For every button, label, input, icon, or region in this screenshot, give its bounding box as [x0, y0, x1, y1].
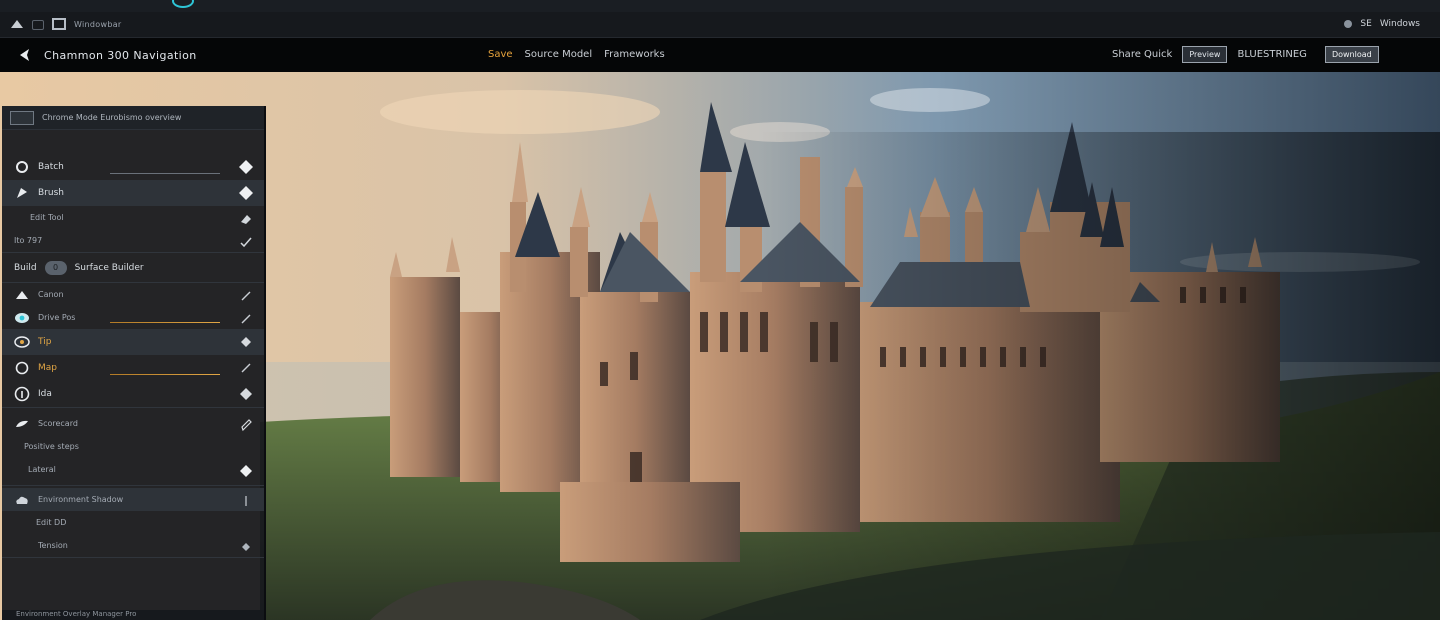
list-item[interactable]: Scorecard — [2, 412, 264, 435]
main-navbar: Chammon 300 Navigation Save Source Model… — [0, 38, 1440, 72]
tools-group: Batch Brush Edit Tool Ito 797 — [2, 154, 264, 253]
item-label: Drive Pos — [38, 313, 76, 322]
pen-icon[interactable] — [238, 417, 254, 433]
slash-icon[interactable] — [238, 288, 254, 304]
item-label: Tip — [38, 337, 52, 347]
item-label: Positive steps — [24, 442, 79, 451]
diamond-icon[interactable] — [238, 386, 254, 402]
toolbar-right: SE Windows — [1344, 19, 1420, 29]
item-label: Scorecard — [38, 419, 78, 428]
leaf-icon — [14, 416, 30, 432]
panel-spacer — [2, 130, 264, 154]
check-icon[interactable] — [238, 234, 254, 250]
tool-label: Batch — [38, 162, 64, 172]
toolbar-status: SE — [1360, 19, 1372, 29]
system-strip — [0, 0, 1440, 12]
square-icon[interactable] — [52, 18, 66, 30]
mountain-icon — [14, 287, 30, 303]
list-item[interactable]: Lateral — [2, 458, 264, 481]
list-item[interactable]: Batch — [2, 154, 264, 180]
section-label-a: Build — [14, 262, 37, 273]
item-label: Ida — [38, 389, 52, 399]
blue-string-label[interactable]: BLUESTRINEG — [1237, 49, 1306, 60]
pin-icon[interactable] — [238, 493, 254, 509]
cloud-icon — [14, 492, 30, 508]
toolbar-right-label[interactable]: Windows — [1380, 19, 1420, 29]
section-title: Build 0 Surface Builder — [2, 253, 264, 283]
list-item[interactable]: Map — [2, 355, 264, 381]
slash-icon[interactable] — [238, 311, 254, 327]
list-item[interactable]: Edit DD — [2, 511, 264, 534]
list-item[interactable]: Drive Pos — [2, 306, 264, 329]
eye-icon — [14, 310, 30, 326]
panel-header-label: Chrome Mode Eurobismo overview — [42, 113, 182, 122]
panel-icon[interactable] — [10, 110, 34, 125]
tool-label: Ito 797 — [14, 236, 43, 245]
circle-icon[interactable] — [172, 0, 194, 8]
list-item[interactable]: Ida — [2, 381, 264, 407]
status-dot-icon — [1344, 20, 1353, 28]
slider-track[interactable] — [110, 374, 220, 375]
list-item[interactable]: Ito 797 — [2, 229, 264, 252]
list-item[interactable]: Positive steps — [2, 435, 264, 458]
item-label: Environment Shadow — [38, 495, 124, 504]
window-icon[interactable] — [32, 20, 44, 30]
item-label: Edit DD — [36, 518, 67, 527]
tab-source-model[interactable]: Source Model — [525, 49, 593, 60]
info-icon — [14, 386, 30, 402]
section-label-b: Surface Builder — [74, 262, 144, 273]
tool-label: Brush — [38, 188, 64, 198]
scorecard-group: Scorecard Positive steps Lateral — [2, 408, 264, 486]
download-button[interactable]: Download — [1324, 46, 1379, 63]
properties-panel: Chrome Mode Eurobismo overview Batch Bru… — [2, 106, 266, 620]
diamond-icon[interactable] — [238, 539, 254, 555]
brush-icon — [14, 185, 30, 201]
circle-icon — [14, 159, 30, 175]
panel-footer: Environment Overlay Manager Pro — [2, 610, 264, 620]
list-item[interactable]: Canon — [2, 283, 264, 306]
toolbar-label: Windowbar — [74, 20, 122, 29]
nav-tabs: Save Source Model Frameworks — [488, 49, 665, 60]
item-label: Tension — [38, 541, 68, 550]
panel-header: Chrome Mode Eurobismo overview — [2, 106, 264, 130]
count-badge[interactable]: 0 — [44, 260, 67, 275]
eye-icon — [14, 334, 30, 350]
tool-label: Edit Tool — [30, 213, 64, 222]
back-arrow-icon[interactable] — [18, 48, 32, 62]
item-label: Canon — [38, 290, 64, 299]
list-item[interactable]: Tip — [2, 329, 264, 355]
diamond-icon[interactable] — [238, 185, 254, 201]
app-title: Chammon 300 Navigation — [44, 49, 197, 62]
nav-actions: Share Quick Preview BLUESTRINEG Download — [1112, 46, 1379, 63]
diamond-icon[interactable] — [238, 334, 254, 350]
diamond-icon[interactable] — [238, 159, 254, 175]
environment-group: Environment Shadow Edit DD Tension — [2, 486, 264, 558]
circle-icon — [14, 360, 30, 376]
surface-group: Canon Drive Pos Tip Map Ida — [2, 283, 264, 408]
list-item[interactable]: Environment Shadow — [2, 488, 264, 511]
window-toolbar: Windowbar SE Windows — [0, 12, 1440, 38]
cloud-icon[interactable] — [10, 18, 24, 30]
list-item[interactable]: Tension — [2, 534, 264, 557]
list-item[interactable]: Brush — [2, 180, 264, 206]
share-link[interactable]: Share Quick — [1112, 49, 1172, 60]
slider-track[interactable] — [110, 173, 220, 174]
tab-save[interactable]: Save — [488, 49, 513, 60]
item-label: Lateral — [28, 465, 56, 474]
tab-frameworks[interactable]: Frameworks — [604, 49, 665, 60]
eraser-icon[interactable] — [238, 211, 254, 227]
slash-icon[interactable] — [238, 360, 254, 376]
slider-track[interactable] — [110, 322, 220, 323]
list-item[interactable]: Edit Tool — [2, 206, 264, 229]
diamond-icon[interactable] — [238, 463, 254, 479]
item-label: Map — [38, 363, 57, 373]
preview-button[interactable]: Preview — [1182, 46, 1228, 63]
